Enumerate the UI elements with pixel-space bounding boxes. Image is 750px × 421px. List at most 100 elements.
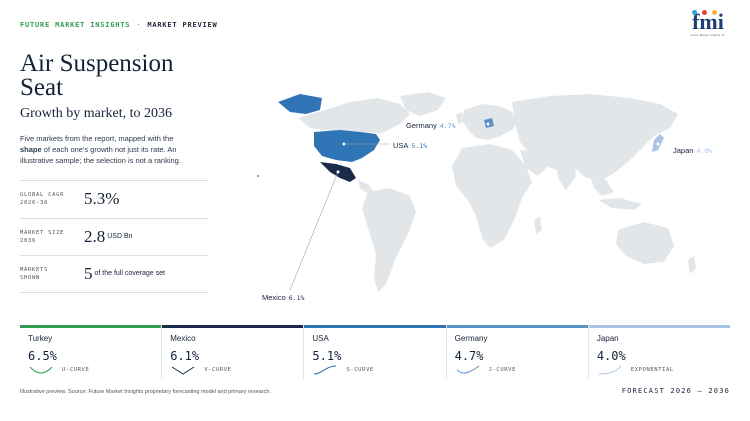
callout-pct: 6.1% bbox=[288, 294, 305, 302]
logo-text: fmi bbox=[692, 9, 724, 34]
fmi-logo[interactable]: fmi Future Market Insights Inc. bbox=[686, 9, 730, 42]
stat-global-cagr: GLOBAL CAGR 2026-36 5.3% bbox=[20, 180, 208, 218]
map-dot bbox=[257, 175, 259, 177]
stat-market-size: MARKET SIZE 2036 2.8 USD Bn bbox=[20, 217, 208, 256]
card-pct: 4.7% bbox=[454, 349, 484, 363]
logo-dot-red bbox=[702, 10, 707, 15]
page-title: Air Suspension Seat bbox=[20, 50, 174, 101]
card-shape-row: J-CURVE bbox=[455, 365, 580, 375]
card-shape: U-CURVE bbox=[62, 367, 90, 373]
description-part-2: of each one's growth not just its rate. … bbox=[20, 145, 181, 165]
landmass-madagascar bbox=[534, 216, 542, 234]
market-card-japan[interactable]: Japan 4.0% EXPONENTIAL bbox=[588, 325, 731, 379]
card-row: 4.0% bbox=[597, 345, 722, 363]
card-pct: 4.0% bbox=[596, 349, 626, 363]
stats-list: GLOBAL CAGR 2026-36 5.3% MARKET SIZE 203… bbox=[20, 180, 208, 293]
card-name: Japan bbox=[596, 334, 619, 343]
market-card-germany[interactable]: Germany 4.7% J-CURVE bbox=[446, 325, 589, 379]
callout-germany: Germany 4.7% bbox=[406, 121, 456, 130]
callout-country: Germany bbox=[406, 121, 437, 130]
card-shape-row: U-CURVE bbox=[28, 365, 153, 375]
card-row: 4.7% bbox=[455, 345, 580, 363]
card-pct: 6.1% bbox=[170, 349, 200, 363]
germany-marker bbox=[486, 122, 490, 126]
card-pct: 6.5% bbox=[28, 349, 57, 363]
logo-dot-yellow bbox=[712, 10, 717, 15]
description-bold: shape bbox=[20, 145, 42, 154]
stat-value: 5.3% bbox=[84, 189, 120, 209]
stat-value: 5 bbox=[84, 263, 93, 283]
card-name: Mexico bbox=[170, 334, 196, 343]
market-cards: Turkey 6.5% U-CURVE Mexico 6.1% V-CURVE … bbox=[20, 325, 731, 379]
landmass-south-america bbox=[362, 188, 416, 292]
card-shape-row: EXPONENTIAL bbox=[597, 365, 722, 375]
logo-dots bbox=[692, 10, 717, 15]
landmass-indonesia bbox=[598, 198, 642, 210]
v-curve-icon bbox=[171, 366, 195, 375]
u-curve-icon bbox=[29, 366, 53, 374]
card-name: USA bbox=[312, 334, 329, 343]
callout-pct: 4.0% bbox=[696, 147, 713, 155]
world-map bbox=[257, 92, 696, 292]
landmass-australia bbox=[616, 222, 674, 264]
card-row: 6.5% bbox=[28, 345, 153, 363]
top-bar: FUTURE MARKET INSIGHTS · MARKET PREVIEW bbox=[20, 21, 218, 29]
exponential-curve-icon bbox=[598, 365, 622, 375]
card-accent-bar bbox=[20, 325, 162, 328]
s-curve-icon bbox=[314, 365, 337, 375]
card-shape-row: S-CURVE bbox=[312, 365, 437, 375]
logo-subtext: Future Market Insights Inc. bbox=[690, 33, 726, 37]
j-curve-icon bbox=[456, 365, 479, 374]
forecast-period: FORECAST 2026 – 2036 bbox=[621, 387, 730, 395]
stat-label: MARKETS SHOWN bbox=[20, 266, 49, 281]
description-part-1: Five markets from the report, mapped wit… bbox=[20, 134, 174, 143]
landmass-india bbox=[556, 158, 576, 190]
card-row: 5.1% bbox=[312, 345, 437, 363]
card-row: 6.1% bbox=[170, 345, 295, 363]
stat-unit: of the full coverage set bbox=[94, 270, 165, 278]
stat-value: 2.8 bbox=[84, 226, 106, 246]
callout-country: Japan bbox=[673, 146, 694, 155]
landmass-uk bbox=[456, 112, 464, 124]
card-shape: EXPONENTIAL bbox=[630, 367, 674, 373]
market-card-turkey[interactable]: Turkey 6.5% U-CURVE bbox=[20, 325, 163, 379]
callout-pct: 4.7% bbox=[439, 122, 456, 130]
market-card-usa[interactable]: USA 5.1% S-CURVE bbox=[304, 325, 447, 379]
card-shape: J-CURVE bbox=[488, 367, 516, 373]
section-label: MARKET PREVIEW bbox=[147, 21, 218, 29]
callout-japan: Japan 4.0% bbox=[673, 146, 712, 155]
landmass-new-zealand bbox=[688, 256, 696, 274]
description: Five markets from the report, mapped wit… bbox=[20, 133, 190, 166]
callout-mexico: Mexico 6.1% bbox=[262, 293, 304, 302]
usa-region bbox=[314, 130, 380, 162]
card-name: Germany bbox=[454, 334, 488, 343]
japan-marker bbox=[656, 142, 660, 146]
callout-pct: 5.1% bbox=[411, 142, 428, 150]
card-accent-bar bbox=[588, 325, 731, 328]
page-subtitle: Growth by market, to 2036 bbox=[20, 106, 173, 121]
stat-unit: USD Bn bbox=[107, 233, 133, 241]
callout-country: USA bbox=[393, 141, 409, 150]
stat-label: GLOBAL CAGR 2026-36 bbox=[20, 192, 65, 207]
stat-label: MARKET SIZE 2036 bbox=[20, 229, 65, 244]
card-accent-bar bbox=[162, 325, 304, 328]
brand-label: FUTURE MARKET INSIGHTS bbox=[20, 21, 131, 29]
header-separator: · bbox=[136, 21, 142, 29]
card-accent-bar bbox=[304, 325, 446, 328]
card-pct: 5.1% bbox=[312, 349, 342, 363]
alaska-region bbox=[278, 94, 322, 114]
landmass-southeast-asia bbox=[590, 176, 614, 196]
card-shape: V-CURVE bbox=[204, 367, 232, 373]
logo-dot-blue bbox=[692, 10, 697, 15]
market-card-mexico[interactable]: Mexico 6.1% V-CURVE bbox=[162, 325, 305, 379]
stat-markets-shown: MARKETS SHOWN 5 of the full coverage set bbox=[20, 255, 208, 293]
card-name: Turkey bbox=[28, 334, 53, 343]
card-accent-bar bbox=[446, 325, 588, 328]
source-note: Illustrative preview. Source: Future Mar… bbox=[20, 389, 271, 395]
land-masses bbox=[298, 92, 696, 292]
callout-country: Mexico bbox=[262, 293, 286, 302]
mexico-leader-line bbox=[289, 171, 339, 291]
callout-usa: USA 5.1% bbox=[393, 141, 427, 150]
card-shape: S-CURVE bbox=[346, 367, 374, 373]
card-shape-row: V-CURVE bbox=[170, 365, 295, 375]
